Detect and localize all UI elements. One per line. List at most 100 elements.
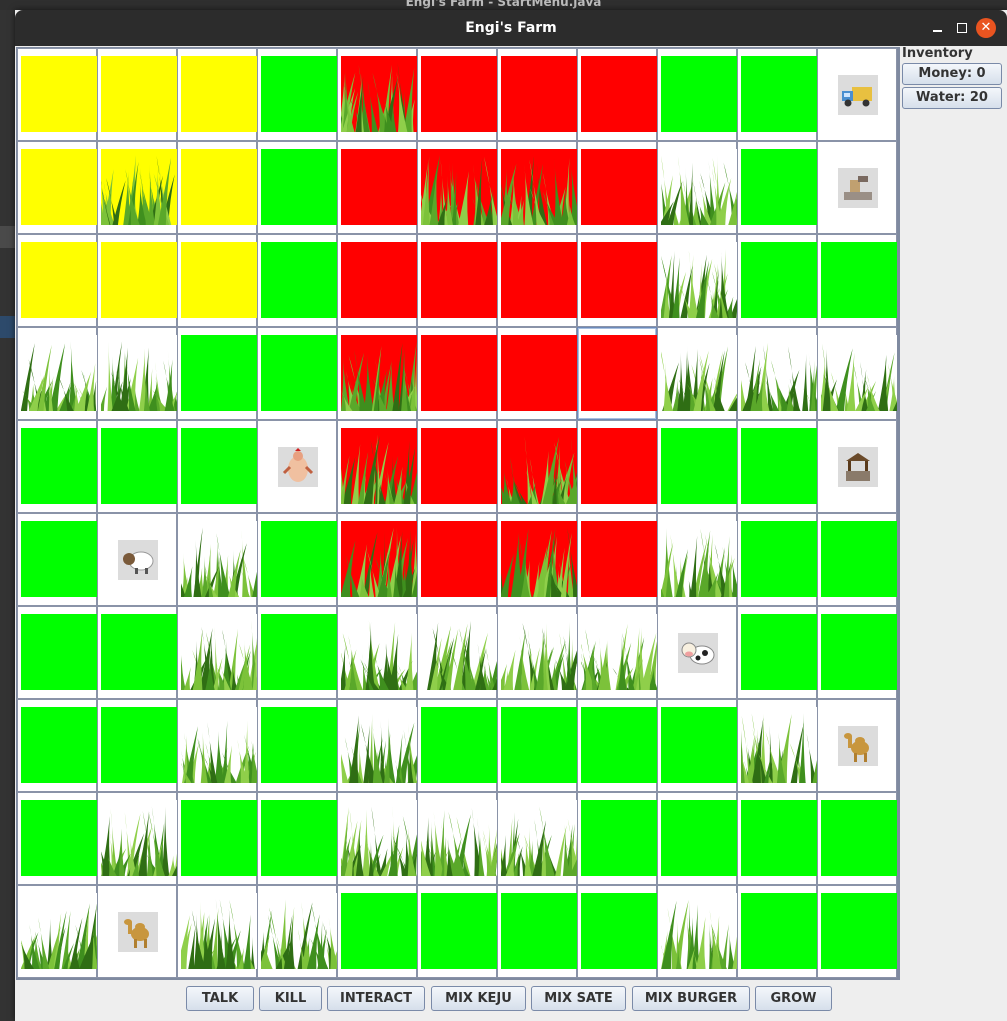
farm-cell[interactable] (417, 327, 497, 420)
farm-cell[interactable] (257, 234, 337, 327)
talk-button[interactable]: TALK (186, 986, 254, 1011)
farm-cell[interactable] (737, 606, 817, 699)
farm-cell[interactable] (17, 699, 97, 792)
farm-cell[interactable] (737, 327, 817, 420)
mix-burger-button[interactable]: MIX BURGER (632, 986, 750, 1011)
farm-cell[interactable] (97, 327, 177, 420)
farm-cell[interactable] (417, 420, 497, 513)
farm-cell[interactable] (497, 792, 577, 885)
farm-cell[interactable] (337, 420, 417, 513)
farm-cell[interactable] (497, 606, 577, 699)
farm-cell[interactable] (817, 792, 897, 885)
farm-cell[interactable] (657, 141, 737, 234)
farm-cell[interactable] (737, 48, 817, 141)
farm-cell[interactable] (577, 513, 657, 606)
farm-cell[interactable] (97, 606, 177, 699)
farm-cell[interactable] (497, 141, 577, 234)
mix-sate-button[interactable]: MIX SATE (531, 986, 626, 1011)
farm-cell[interactable] (257, 327, 337, 420)
farm-cell[interactable] (257, 513, 337, 606)
farm-cell[interactable] (257, 420, 337, 513)
close-icon[interactable]: ✕ (976, 18, 996, 38)
farm-cell[interactable] (737, 885, 817, 978)
window-titlebar[interactable]: Engi's Farm ✕ (15, 10, 1007, 46)
farm-cell[interactable] (657, 699, 737, 792)
farm-cell[interactable] (417, 606, 497, 699)
farm-cell[interactable] (497, 699, 577, 792)
farm-cell[interactable] (97, 48, 177, 141)
farm-cell[interactable] (737, 513, 817, 606)
farm-cell[interactable] (177, 234, 257, 327)
farm-cell[interactable] (177, 513, 257, 606)
farm-cell[interactable] (97, 513, 177, 606)
farm-cell[interactable] (17, 513, 97, 606)
farm-cell[interactable] (497, 420, 577, 513)
farm-cell[interactable] (257, 699, 337, 792)
farm-cell[interactable] (577, 48, 657, 141)
farm-cell[interactable] (177, 699, 257, 792)
farm-cell[interactable] (337, 885, 417, 978)
farm-cell[interactable] (417, 234, 497, 327)
farm-cell[interactable] (577, 792, 657, 885)
farm-cell[interactable] (17, 792, 97, 885)
farm-cell[interactable] (497, 513, 577, 606)
farm-cell[interactable] (417, 141, 497, 234)
farm-cell[interactable] (577, 606, 657, 699)
farm-cell[interactable] (657, 885, 737, 978)
water-button[interactable]: Water: 20 (902, 87, 1002, 109)
minimize-icon[interactable] (927, 18, 947, 38)
farm-cell[interactable] (417, 513, 497, 606)
farm-cell[interactable] (17, 420, 97, 513)
farm-cell[interactable] (657, 513, 737, 606)
farm-cell[interactable] (17, 606, 97, 699)
farm-cell[interactable] (17, 327, 97, 420)
farm-cell[interactable] (817, 327, 897, 420)
farm-cell[interactable] (177, 885, 257, 978)
farm-cell[interactable] (337, 606, 417, 699)
farm-cell[interactable] (817, 234, 897, 327)
farm-cell[interactable] (497, 885, 577, 978)
farm-cell[interactable] (257, 141, 337, 234)
interact-button[interactable]: INTERACT (327, 986, 425, 1011)
farm-cell[interactable] (337, 48, 417, 141)
maximize-icon[interactable] (952, 18, 972, 38)
farm-cell[interactable] (257, 792, 337, 885)
farm-cell[interactable] (417, 699, 497, 792)
farm-cell[interactable] (497, 327, 577, 420)
farm-cell[interactable] (97, 699, 177, 792)
farm-cell[interactable] (337, 699, 417, 792)
farm-cell[interactable] (337, 327, 417, 420)
farm-cell[interactable] (657, 792, 737, 885)
farm-cell[interactable] (17, 885, 97, 978)
farm-cell[interactable] (17, 48, 97, 141)
farm-cell[interactable] (17, 234, 97, 327)
kill-button[interactable]: KILL (259, 986, 322, 1011)
farm-cell[interactable] (97, 234, 177, 327)
farm-cell[interactable] (337, 141, 417, 234)
farm-cell[interactable] (97, 885, 177, 978)
farm-cell[interactable] (257, 885, 337, 978)
farm-cell[interactable] (657, 420, 737, 513)
farm-cell[interactable] (737, 420, 817, 513)
farm-cell[interactable] (337, 792, 417, 885)
farm-cell[interactable] (177, 141, 257, 234)
farm-cell[interactable] (177, 48, 257, 141)
farm-cell[interactable] (657, 606, 737, 699)
farm-cell[interactable] (817, 420, 897, 513)
money-button[interactable]: Money: 0 (902, 63, 1002, 85)
farm-cell[interactable] (657, 234, 737, 327)
farm-cell[interactable] (337, 513, 417, 606)
farm-cell[interactable] (417, 885, 497, 978)
farm-cell[interactable] (257, 606, 337, 699)
farm-cell[interactable] (657, 48, 737, 141)
farm-cell[interactable] (817, 513, 897, 606)
farm-cell[interactable] (257, 48, 337, 141)
farm-cell[interactable] (737, 792, 817, 885)
farm-cell[interactable] (577, 141, 657, 234)
farm-cell[interactable] (737, 234, 817, 327)
farm-cell[interactable] (737, 141, 817, 234)
farm-cell[interactable] (577, 885, 657, 978)
farm-cell[interactable] (577, 420, 657, 513)
farm-cell[interactable] (817, 885, 897, 978)
farm-cell[interactable] (817, 48, 897, 141)
